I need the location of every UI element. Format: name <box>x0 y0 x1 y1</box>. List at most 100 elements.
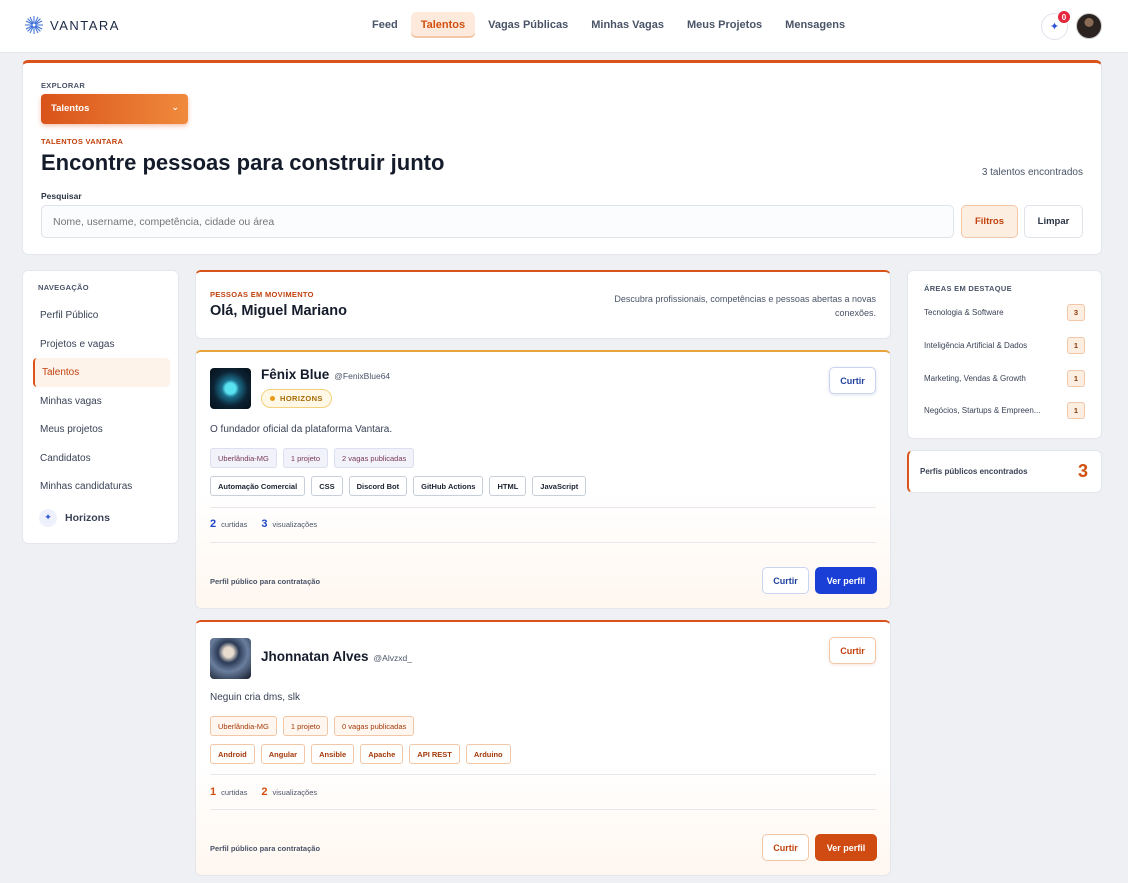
like-button-top[interactable]: Curtir <box>829 637 876 664</box>
talent-skill-chips: Automação Comercial CSS Discord Bot GitH… <box>210 476 587 496</box>
area-item[interactable]: Negócios, Startups & Empreen... 1 <box>924 402 1085 419</box>
likes-label: curtidas <box>221 520 248 529</box>
nav-vagas-publicas[interactable]: Vagas Públicas <box>478 12 578 38</box>
talent-card: Fênix Blue @FenixBlue64 HORIZONS Curtir O… <box>195 350 891 609</box>
brand-name: VANTARA <box>50 17 120 33</box>
skill-chip: HTML <box>489 476 527 496</box>
sidebar-item-perfil-publico[interactable]: Perfil Público <box>33 301 170 330</box>
talent-footer-text: Perfil público para contratação <box>210 577 321 586</box>
talent-card: Jhonnatan Alves @Alvzxd_ Curtir Neguin cr… <box>195 620 891 876</box>
hero-kicker: TALENTOS VANTARA <box>41 137 124 146</box>
sidebar-item-projetos-vagas[interactable]: Projetos e vagas <box>33 330 170 359</box>
location-chip: Uberlândia-MG <box>210 716 277 736</box>
skill-chip: API REST <box>409 744 460 764</box>
vantara-logo-icon <box>25 16 43 34</box>
talent-name[interactable]: Fênix Blue <box>261 367 329 382</box>
sidebar-heading: NAVEGAÇÃO <box>38 283 89 292</box>
talent-stats: 1 curtidas 2 visualizações <box>210 786 317 798</box>
view-profile-button[interactable]: Ver perfil <box>815 567 877 594</box>
area-count: 3 <box>1067 304 1085 321</box>
main-nav: Feed Talentos Vagas Públicas Minhas Vaga… <box>362 12 858 38</box>
featured-areas-panel: ÁREAS EM DESTAQUE Tecnologia & Software … <box>907 270 1102 439</box>
area-item[interactable]: Tecnologia & Software 3 <box>924 304 1085 321</box>
talent-name[interactable]: Jhonnatan Alves <box>261 649 369 664</box>
filters-button[interactable]: Filtros <box>961 205 1018 238</box>
projects-chip: 1 projeto <box>282 716 329 736</box>
area-item[interactable]: Inteligência Artificial & Dados 1 <box>924 337 1085 354</box>
talent-avatar[interactable] <box>210 368 251 409</box>
divider <box>210 507 876 508</box>
talent-avatar[interactable] <box>210 638 251 679</box>
nav-mensagens[interactable]: Mensagens <box>775 12 855 38</box>
user-avatar[interactable] <box>1076 13 1102 39</box>
area-name: Negócios, Startups & Empreen... <box>924 406 1041 415</box>
sparkle-icon: ✦ <box>39 508 57 527</box>
skill-chip: Discord Bot <box>348 476 408 496</box>
talent-meta-chips: Uberlândia-MG 1 projeto 2 vagas publicad… <box>210 448 415 468</box>
sidebar-item-talentos[interactable]: Talentos <box>33 358 170 387</box>
talent-bio: O fundador oficial da plataforma Vantara… <box>210 424 393 435</box>
greeting-description: Descubra profissionais, competências e p… <box>614 294 876 318</box>
explore-dropdown[interactable]: Talentos ⌄ <box>41 94 188 124</box>
horizons-label: Horizons <box>65 511 110 524</box>
clear-button[interactable]: Limpar <box>1024 205 1083 238</box>
sidebar-navigation: NAVEGAÇÃO Perfil Público Projetos e vaga… <box>22 270 179 544</box>
views-stat: 3 visualizações <box>261 518 317 530</box>
skill-chip: GitHub Actions <box>413 476 484 496</box>
like-button[interactable]: Curtir <box>762 567 809 594</box>
talent-stats: 2 curtidas 3 visualizações <box>210 518 317 530</box>
greeting-kicker: PESSOAS EM MOVIMENTO <box>210 290 314 299</box>
nav-minhas-vagas[interactable]: Minhas Vagas <box>581 12 674 38</box>
area-name: Marketing, Vendas & Growth <box>924 374 1026 383</box>
skill-chip: Angular <box>260 744 306 764</box>
projects-chip: 1 projeto <box>282 448 329 468</box>
like-button-top[interactable]: Curtir <box>829 367 876 394</box>
brand[interactable]: VANTARA <box>24 15 120 35</box>
divider <box>210 809 876 810</box>
talent-handle: @Alvzxd_ <box>373 653 412 663</box>
skill-chip: JavaScript <box>532 476 587 496</box>
jobs-chip: 2 vagas publicadas <box>334 448 415 468</box>
greeting-card: PESSOAS EM MOVIMENTO Olá, Miguel Mariano… <box>195 270 891 339</box>
sidebar-item-horizons[interactable]: ✦ Horizons <box>39 508 178 527</box>
talent-meta-chips: Uberlândia-MG 1 projeto 0 vagas publicad… <box>210 716 415 736</box>
sidebar-item-minhas-candidaturas[interactable]: Minhas candidaturas <box>33 472 170 501</box>
divider <box>210 774 876 775</box>
search-input[interactable] <box>41 205 954 238</box>
views-count: 3 <box>261 518 268 530</box>
skill-chip: Automação Comercial <box>210 476 306 496</box>
skill-chip: CSS <box>311 476 343 496</box>
talent-bio: Neguin cria dms, slk <box>210 692 301 703</box>
explore-dropdown-value: Talentos <box>51 103 90 114</box>
sidebar-item-candidatos[interactable]: Candidatos <box>33 444 170 473</box>
area-count: 1 <box>1067 370 1085 387</box>
nav-talentos[interactable]: Talentos <box>410 12 476 38</box>
greeting-title: Olá, Miguel Mariano <box>210 303 347 319</box>
nav-meus-projetos[interactable]: Meus Projetos <box>677 12 772 38</box>
likes-count: 1 <box>210 786 217 798</box>
area-count: 1 <box>1067 337 1085 354</box>
area-count: 1 <box>1067 402 1085 419</box>
view-profile-button[interactable]: Ver perfil <box>815 834 877 861</box>
skill-chip: Ansible <box>311 744 355 764</box>
sidebar-item-meus-projetos[interactable]: Meus projetos <box>33 415 170 444</box>
nav-feed[interactable]: Feed <box>362 12 408 38</box>
like-button[interactable]: Curtir <box>762 834 809 861</box>
profiles-found-card: Perfis públicos encontrados 3 <box>907 450 1102 493</box>
page-title: Encontre pessoas para construir junto <box>41 150 445 175</box>
views-label: visualizações <box>272 520 318 529</box>
results-count: 3 talentos encontrados <box>981 167 1083 178</box>
chevron-down-icon: ⌄ <box>171 102 179 112</box>
area-name: Tecnologia & Software <box>924 308 1004 317</box>
talent-skill-chips: Android Angular Ansible Apache API REST … <box>210 744 511 764</box>
sparkle-icon: ✦ <box>1049 21 1060 33</box>
talent-handle: @FenixBlue64 <box>334 371 391 381</box>
likes-count: 2 <box>210 518 217 530</box>
talent-name-row: Jhonnatan Alves @Alvzxd_ <box>261 649 412 664</box>
sidebar-item-minhas-vagas[interactable]: Minhas vagas <box>33 387 170 416</box>
area-item[interactable]: Marketing, Vendas & Growth 1 <box>924 370 1085 387</box>
skill-chip: Arduino <box>465 744 511 764</box>
views-label: visualizações <box>272 788 318 797</box>
views-stat: 2 visualizações <box>261 786 317 798</box>
talent-search-panel: EXPLORAR Talentos ⌄ TALENTOS VANTARA Enc… <box>22 60 1102 255</box>
